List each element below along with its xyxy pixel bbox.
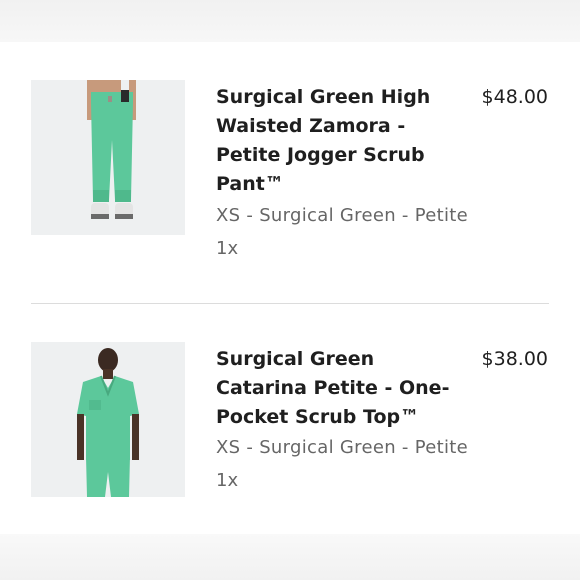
item-divider: [31, 303, 549, 304]
product-image[interactable]: [31, 80, 185, 235]
scrub-top-photo: [31, 342, 185, 497]
product-title[interactable]: Surgical Green High Waisted Zamora - Pet…: [216, 83, 456, 199]
product-quantity: 1x: [216, 238, 239, 259]
product-price: $48.00: [481, 86, 548, 108]
product-price: $38.00: [481, 348, 548, 370]
top-fade: [0, 0, 580, 42]
bottom-fade: [0, 534, 580, 580]
product-quantity: 1x: [216, 470, 239, 491]
product-variant: XS - Surgical Green - Petite: [216, 205, 469, 226]
product-image[interactable]: [31, 342, 185, 497]
product-title[interactable]: Surgical Green Catarina Petite - One-Poc…: [216, 345, 456, 432]
scrub-pant-photo: [31, 80, 185, 235]
product-variant: XS - Surgical Green - Petite: [216, 437, 469, 458]
